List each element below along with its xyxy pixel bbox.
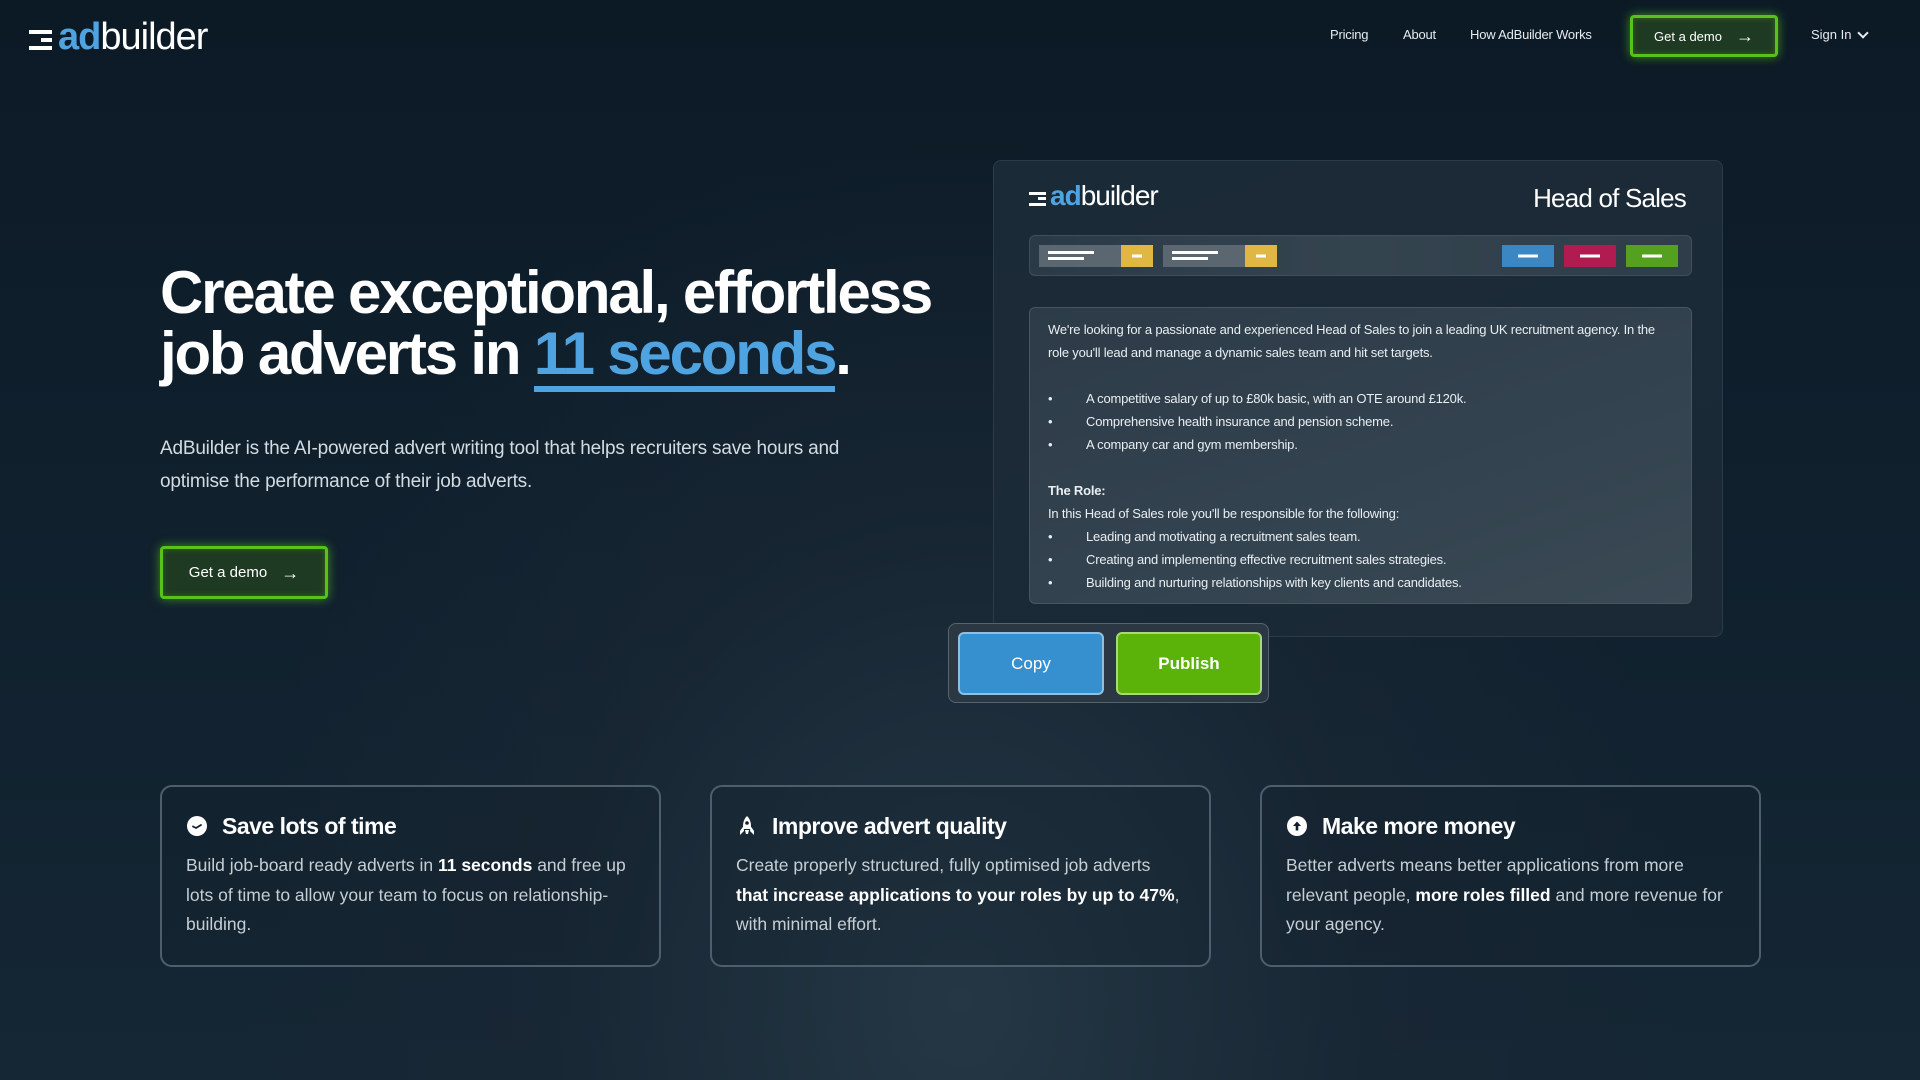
list-item: Comprehensive health insurance and pensi… — [1048, 410, 1673, 433]
benefits-list: A competitive salary of up to £80k basic… — [1048, 387, 1673, 456]
menu-lines-icon — [1029, 191, 1046, 206]
feature-body: Create properly structured, fully optimi… — [736, 855, 1180, 934]
minus-icon — [1518, 254, 1538, 258]
advert-actions: Copy Publish — [948, 623, 1269, 703]
hero-title-line1: Create exceptional, effortless — [160, 259, 933, 326]
hero-title: Create exceptional, effortless job adver… — [160, 259, 960, 392]
select-toggle — [1245, 245, 1277, 267]
toolbar-green-button[interactable] — [1626, 245, 1678, 267]
feature-title: Save lots of time — [222, 813, 397, 839]
feature-card-save-time: Save lots of time Build job-board ready … — [160, 785, 661, 967]
option-select-2[interactable] — [1163, 245, 1277, 267]
nav-how-it-works[interactable]: How AdBuilder Works — [1470, 27, 1592, 42]
logo-wordmark: adbuilder — [1050, 180, 1159, 211]
feature-card-quality: Improve advert quality Create properly s… — [710, 785, 1211, 967]
job-title: Head of Sales — [1533, 183, 1687, 213]
hero-get-demo-button[interactable]: Get a demo → — [160, 546, 328, 599]
feature-card-money: Make more money Better adverts means bet… — [1260, 785, 1761, 967]
option-select-1[interactable] — [1039, 245, 1153, 267]
chevron-down-icon — [1857, 26, 1870, 39]
list-item: Leading and motivating a recruitment sal… — [1048, 525, 1673, 548]
list-item: Creating and implementing effective recr… — [1048, 548, 1673, 571]
mockup-logo: adbuilder — [1029, 180, 1159, 211]
nav-get-demo-button[interactable]: Get a demo → — [1630, 15, 1778, 57]
hero-title-line2: job adverts in — [160, 320, 534, 387]
hero-title-accent: 11 seconds — [533, 320, 837, 392]
toolbar-red-button[interactable] — [1564, 245, 1616, 267]
sign-in-label: Sign In — [1811, 27, 1852, 42]
feature-title: Make more money — [1322, 813, 1516, 839]
minus-icon — [1256, 254, 1266, 258]
list-item: A company car and gym membership. — [1048, 433, 1673, 456]
arrow-right-icon: → — [1735, 26, 1754, 46]
get-demo-label: Get a demo — [188, 564, 268, 581]
arrow-right-icon: → — [281, 562, 300, 583]
minus-icon — [1642, 254, 1662, 258]
role-intro: In this Head of Sales role you'll be res… — [1048, 506, 1400, 521]
feature-body: Better adverts means better applications… — [1286, 855, 1723, 934]
nav-pricing[interactable]: Pricing — [1330, 27, 1369, 42]
hero-title-period: . — [835, 320, 852, 387]
advert-preview-panel: adbuilder Head of Sales We're looking fo… — [993, 160, 1723, 637]
toolbar-blue-button[interactable] — [1502, 245, 1554, 267]
advert-intro: We're looking for a passionate and exper… — [1048, 322, 1655, 360]
menu-lines-icon — [29, 30, 52, 50]
nav-about[interactable]: About — [1403, 27, 1436, 42]
sign-in-dropdown[interactable]: Sign In — [1811, 26, 1870, 42]
responsibilities-list: Leading and motivating a recruitment sal… — [1048, 525, 1673, 594]
advert-toolbar — [1029, 235, 1692, 276]
list-item: A competitive salary of up to £80k basic… — [1048, 387, 1673, 410]
clock-icon — [187, 816, 207, 836]
feature-title: Improve advert quality — [772, 813, 1007, 839]
get-demo-label: Get a demo — [1654, 28, 1722, 44]
site-logo[interactable]: adbuilder — [29, 16, 208, 58]
advert-text-box[interactable]: We're looking for a passionate and exper… — [1029, 307, 1692, 604]
minus-icon — [1580, 254, 1600, 258]
logo-wordmark: adbuilder — [58, 16, 208, 58]
minus-icon — [1132, 254, 1142, 258]
select-toggle — [1121, 245, 1153, 267]
copy-button[interactable]: Copy — [958, 632, 1104, 695]
arrow-up-circle-icon — [1287, 816, 1307, 836]
hero-subtitle: AdBuilder is the AI-powered advert writi… — [160, 438, 840, 492]
list-item: Building and nurturing relationships wit… — [1048, 571, 1673, 594]
publish-button[interactable]: Publish — [1116, 632, 1262, 695]
role-heading: The Role: — [1048, 483, 1106, 498]
select-field — [1039, 245, 1121, 267]
rocket-icon — [740, 816, 754, 835]
select-field — [1163, 245, 1245, 267]
feature-body: Build job-board ready adverts in 11 seco… — [186, 855, 626, 934]
